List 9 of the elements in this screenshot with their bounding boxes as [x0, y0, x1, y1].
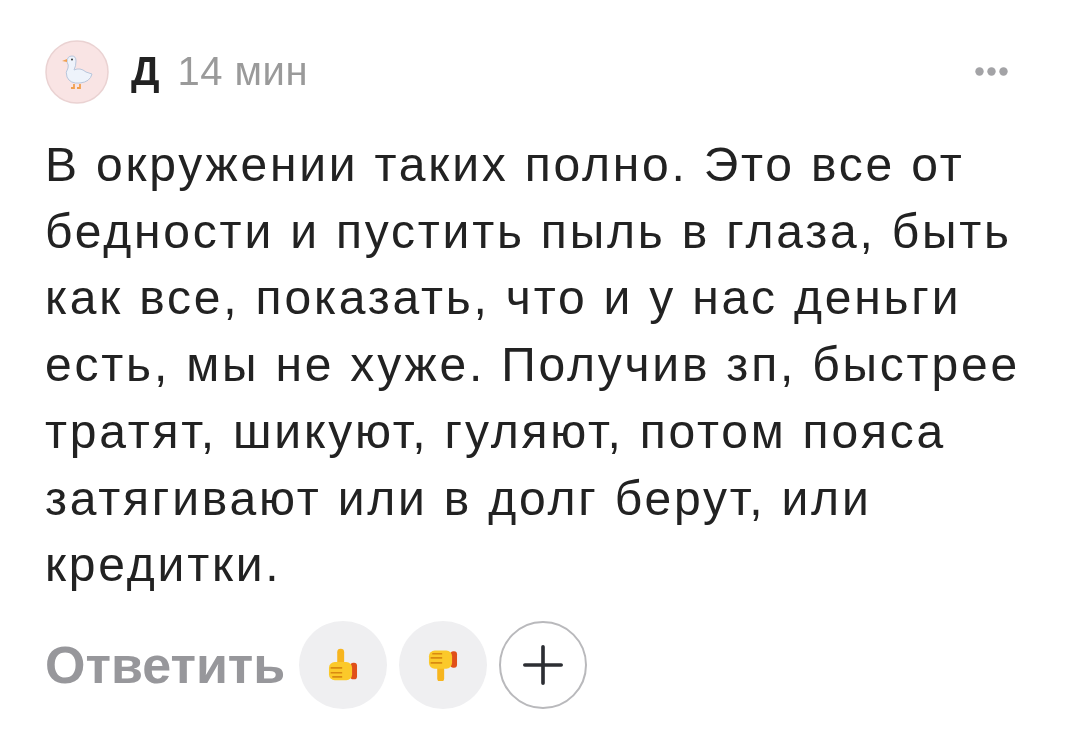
thumbs-up-icon — [328, 648, 359, 682]
more-icon[interactable] — [975, 67, 1008, 76]
author-name: Д — [131, 49, 160, 94]
goose-avatar-icon — [45, 39, 109, 104]
reply-button[interactable]: Ответить — [45, 634, 286, 695]
comment-text: В окружении таких полно. Это все от бедности и пустить пыль в глаза, быть как все, показать, что и у нас деньги есть, мы не хуже. Получив зп, быстрее тратят, шикуют, гуляют, потом пояса затягивают или в долг берут, или кредитки. — [45, 137, 1021, 594]
plus-icon — [523, 644, 564, 685]
thumbs-down-icon — [428, 648, 459, 682]
comment-time: 14 мин — [177, 49, 309, 94]
